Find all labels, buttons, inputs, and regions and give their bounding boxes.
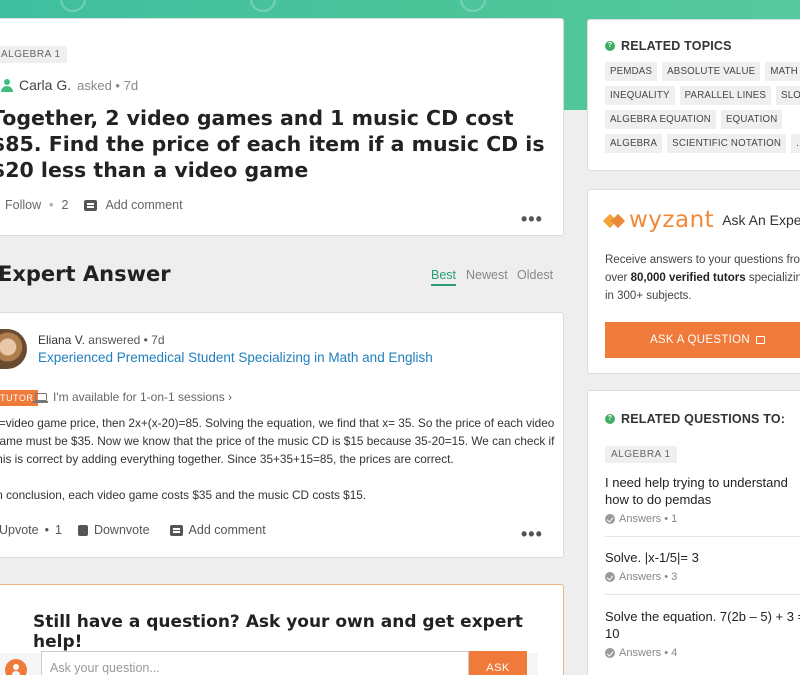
sort-newest-tab[interactable]: Newest [466,268,508,282]
tutor-badge: TUTOR [0,390,39,406]
thumbs-down-icon [77,524,88,536]
answers-count: Answers • 3 [605,571,800,583]
upvote-button[interactable]: Upvote [0,523,39,537]
question-card: ALGEBRA 1 Carla G. asked • 7d Together, … [0,18,564,236]
follow-button[interactable]: Follow [5,198,41,212]
topic-tag[interactable]: PARALLEL LINES [679,86,772,105]
more-topics-tag[interactable]: ... [791,134,800,153]
ask-expert-card: wyzant Ask An Expert Receive answers to … [587,189,800,374]
comment-icon [84,199,98,211]
topic-tag[interactable]: INEQUALITY [605,86,675,105]
question-actions: Follow • 2 Add comment [5,198,183,212]
related-question-item[interactable]: Solve the equation. 7(2b – 5) + 3 = 10 A… [605,608,800,659]
downvote-button[interactable]: Downvote [94,523,150,537]
separator-dot: • [49,198,54,212]
divider [605,594,800,595]
check-circle-icon [605,572,615,582]
ask-heading: Still have a question? Ask your own and … [33,612,523,652]
related-questions-heading: ? RELATED QUESTIONS TO: [605,412,785,426]
tutor-info: Eliana V. answered • 7d [38,333,165,347]
topic-tag[interactable]: SLOPE [776,86,800,105]
related-question-item[interactable]: Solve. |x-1/5|= 3 Answers • 3 [605,549,800,583]
chat-icon [756,336,766,344]
question-mark-icon: ? [605,41,615,51]
answered-meta: answered • 7d [88,333,165,347]
divider [605,536,800,537]
answers-count: Answers • 4 [605,647,800,659]
upvote-count: 1 [55,523,62,537]
separator-dot: • [44,523,49,537]
banner-decoration-icon [60,0,86,12]
banner-decoration-icon [250,0,276,12]
banner-decoration-icon [460,0,486,12]
more-options-icon[interactable]: ••• [521,524,543,545]
question-mark-icon: ? [605,414,615,424]
check-circle-icon [605,648,615,658]
add-comment-button[interactable]: Add comment [105,198,182,212]
laptop-icon [33,393,48,403]
asker-name[interactable]: Carla G. [19,77,71,93]
related-topics-heading: ? RELATED TOPICS [605,39,732,53]
topic-tag[interactable]: PEMDAS [605,62,658,81]
wyzant-logo-icon [605,214,625,227]
user-avatar-icon [5,659,27,675]
topic-tag[interactable]: MATH [765,62,800,81]
related-topics-title: RELATED TOPICS [621,39,732,53]
answer-body: x=video game price, then 2x+(x-20)=85. S… [0,414,555,522]
related-question-title[interactable]: Solve. |x-1/5|= 3 [605,549,800,566]
tutor-avatar[interactable] [0,329,27,369]
question-title: Together, 2 video games and 1 music CD c… [0,106,545,182]
more-options-icon[interactable]: ••• [521,209,543,230]
sort-oldest-tab[interactable]: Oldest [517,268,553,282]
topic-tag[interactable]: ALGEBRA EQUATION [605,110,716,129]
user-icon [1,78,13,92]
availability-text: I'm available for 1-on-1 sessions › [53,390,233,404]
asked-meta: asked • 7d [77,77,139,93]
follow-count: 2 [61,198,69,212]
ask-a-question-button[interactable]: ASK A QUESTION [605,322,800,358]
related-topics-card: ? RELATED TOPICS PEMDAS ABSOLUTE VALUE M… [587,19,800,171]
topic-tag[interactable]: ABSOLUTE VALUE [662,62,761,81]
related-questions-card: ? RELATED QUESTIONS TO: ALGEBRA 1 I need… [587,390,800,675]
topic-tag[interactable]: SCIENTIFIC NOTATION [667,134,787,153]
answer-paragraph: x=video game price, then 2x+(x-20)=85. S… [0,416,555,466]
related-question-item[interactable]: I need help trying to understand how to … [605,474,800,525]
expert-answer-heading: Expert Answer [0,262,171,286]
ask-a-question-label: ASK A QUESTION [649,334,751,346]
related-questions-title: RELATED QUESTIONS TO: [621,412,786,426]
tutor-name[interactable]: Eliana V. [38,333,85,347]
answer-actions: Upvote • 1 Downvote Add comment [0,523,266,537]
ask-button[interactable]: ASK [469,651,527,675]
tutor-title-link[interactable]: Experienced Premedical Student Specializ… [38,350,433,365]
subject-badge[interactable]: ALGEBRA 1 [605,446,677,463]
comment-icon [169,524,183,536]
ask-question-input[interactable] [41,651,469,675]
add-comment-button[interactable]: Add comment [189,523,266,537]
ask-question-card: Still have a question? Ask your own and … [0,584,564,675]
availability-link[interactable]: I'm available for 1-on-1 sessions › [33,390,233,404]
sort-best-tab[interactable]: Best [431,268,457,286]
answer-card: Eliana V. answered • 7d Experienced Prem… [0,312,564,558]
related-question-title[interactable]: Solve the equation. 7(2b – 5) + 3 = 10 [605,608,800,642]
wyzant-description: Receive answers to your questions from o… [605,254,800,302]
check-circle-icon [605,514,615,524]
topic-tag[interactable]: ALGEBRA [605,134,663,153]
subject-badge[interactable]: ALGEBRA 1 [0,46,67,63]
wyzant-logo[interactable]: wyzant Ask An Expert [605,207,800,233]
answers-count: Answers • 1 [605,513,800,525]
topic-tag[interactable]: EQUATION [721,110,783,129]
asker-info: Carla G. asked • 7d [1,77,138,93]
wyzant-brand: wyzant [629,207,715,233]
related-question-title[interactable]: I need help trying to understand how to … [605,474,800,508]
answer-paragraph: In conclusion, each video game costs $35… [0,488,367,502]
wyzant-subtitle: Ask An Expert [722,212,800,228]
topic-tags: PEMDAS ABSOLUTE VALUE MATH INEQUALITY PA… [605,62,800,153]
